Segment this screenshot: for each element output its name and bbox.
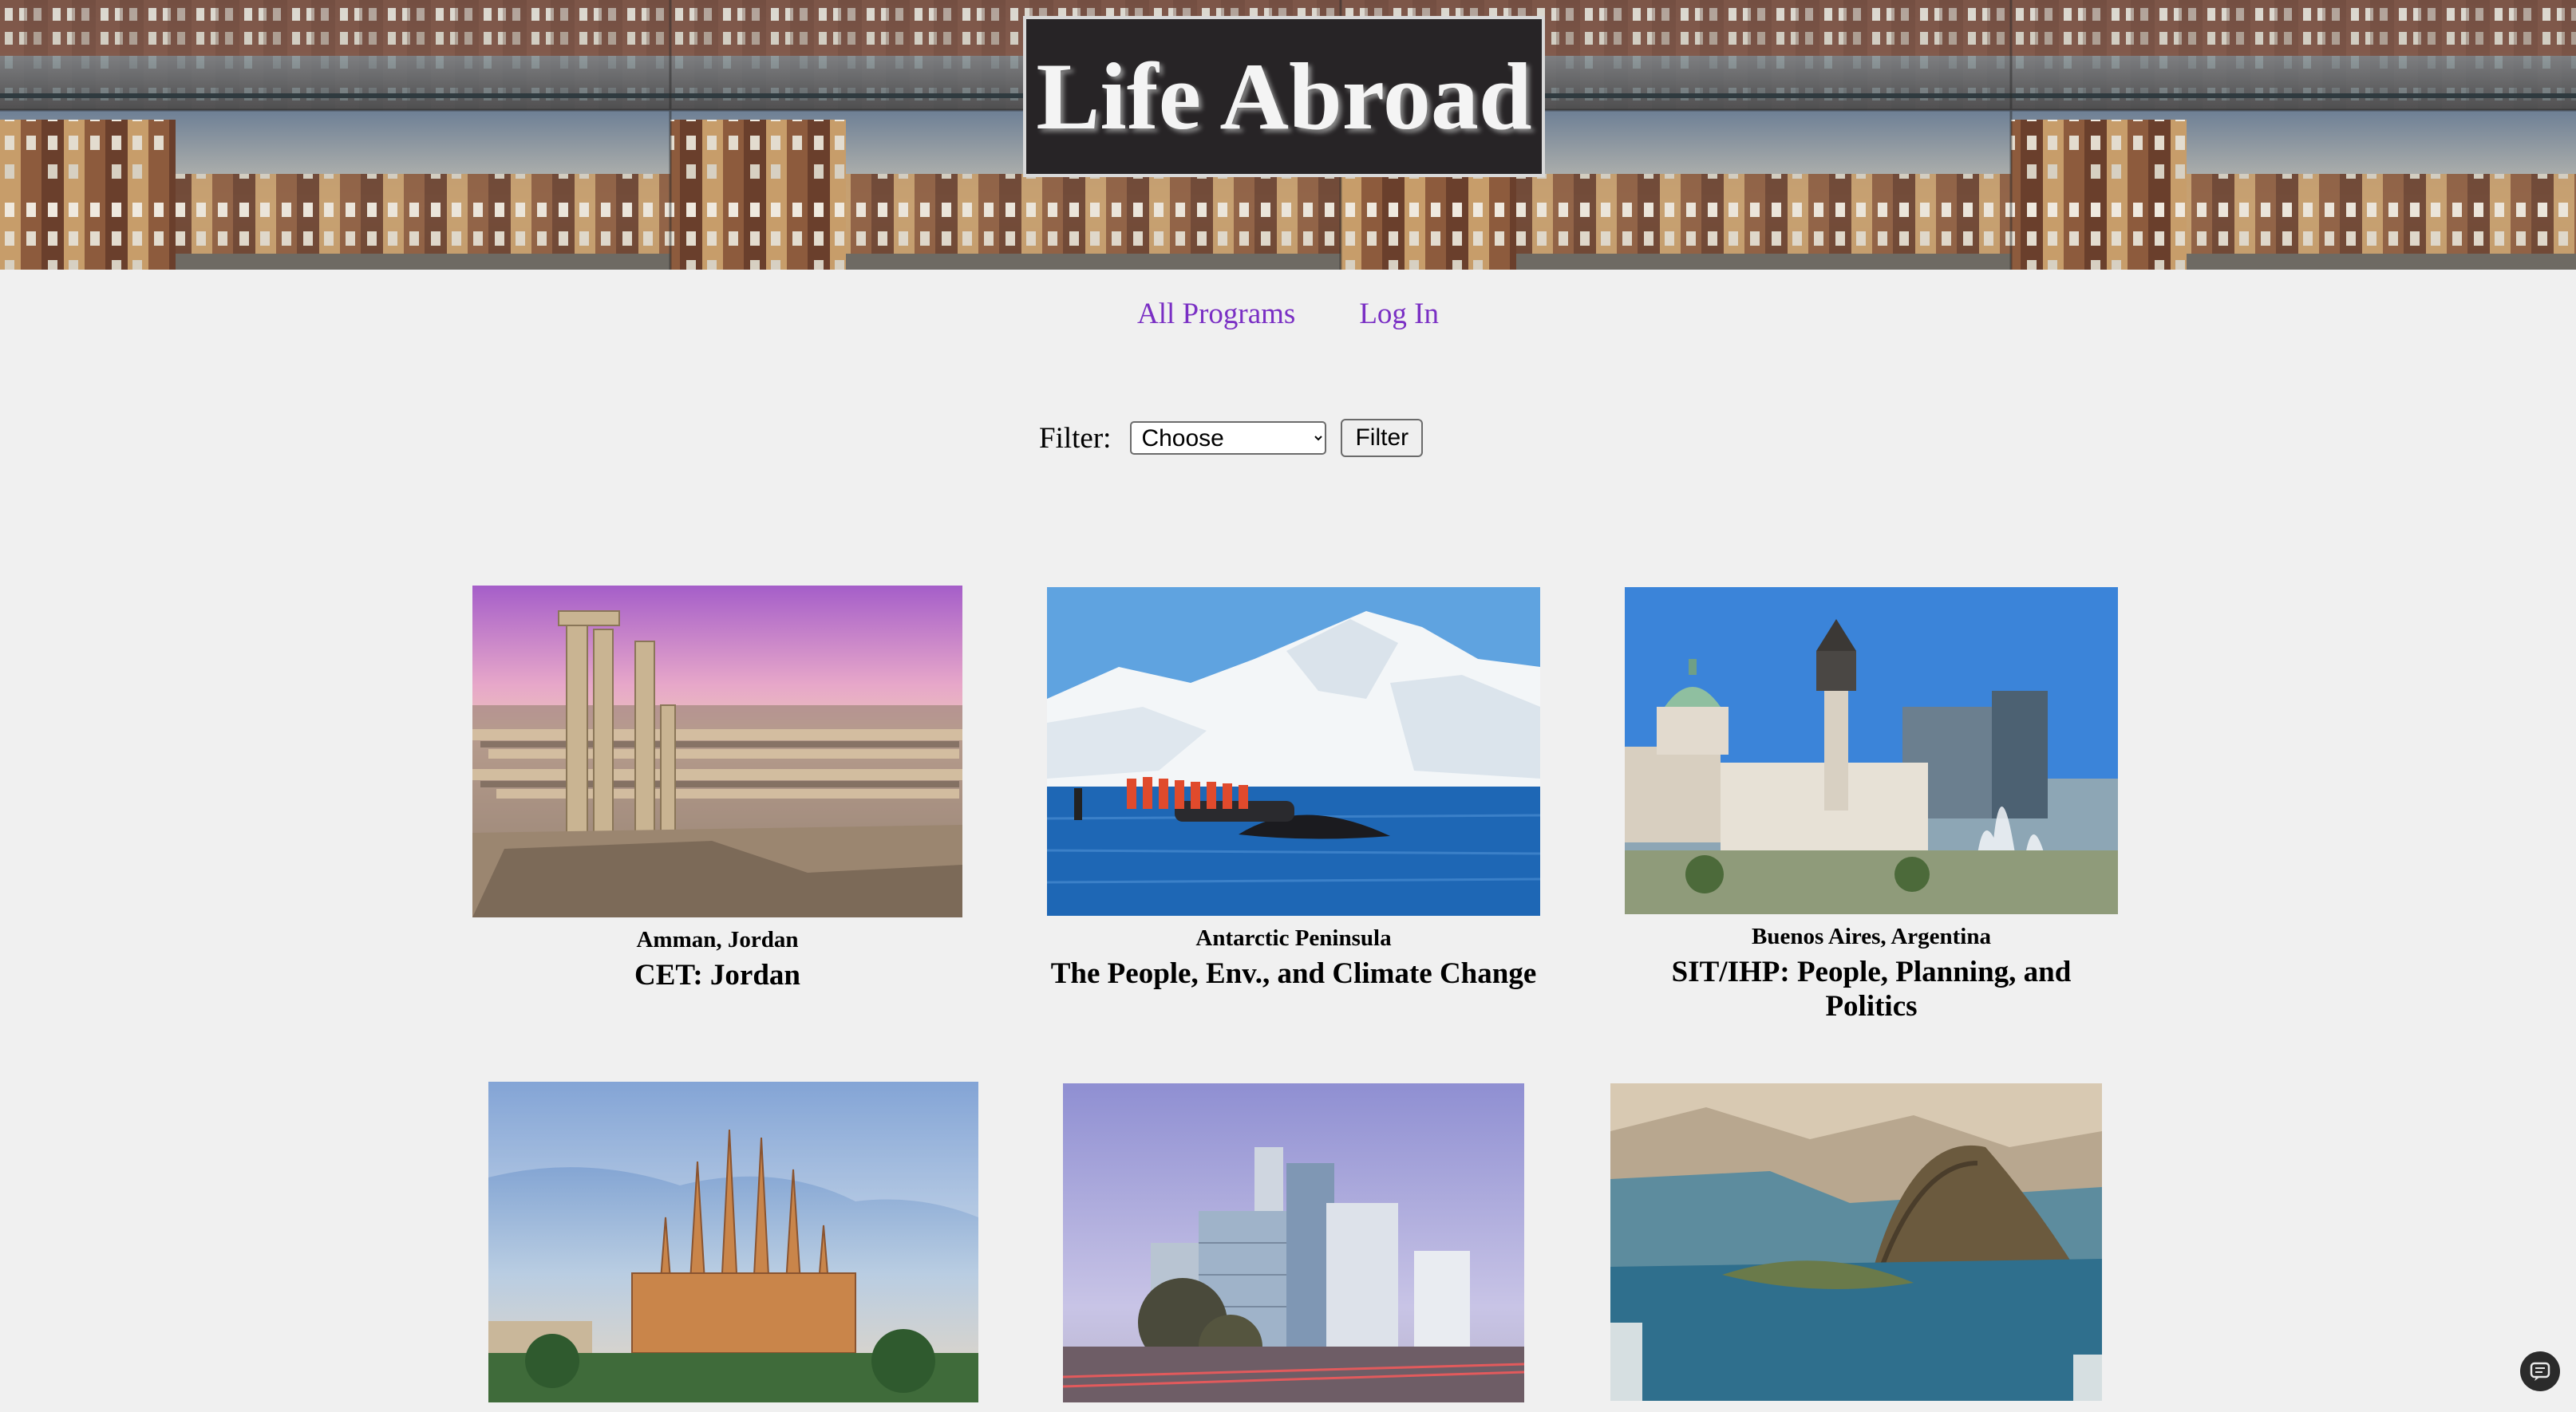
program-card[interactable] xyxy=(488,1082,978,1412)
program-image[interactable] xyxy=(472,586,962,917)
program-location: Antarctic Peninsula xyxy=(1195,925,1392,951)
nav-link-log-in[interactable]: Log In xyxy=(1359,297,1439,331)
nav-link-all-programs[interactable]: All Programs xyxy=(1137,297,1295,331)
antarctica-image xyxy=(1047,587,1540,916)
filter-select[interactable]: Choose xyxy=(1130,421,1327,455)
amman-temple-image xyxy=(472,586,962,917)
feedback-button[interactable] xyxy=(2520,1351,2560,1391)
program-image[interactable] xyxy=(1063,1083,1524,1402)
site-title: Life Abroad xyxy=(1036,43,1532,149)
program-name[interactable]: The People, Env., and Climate Change xyxy=(1047,956,1540,991)
modern-city-image xyxy=(1063,1083,1524,1402)
program-image[interactable] xyxy=(1610,1083,2102,1401)
program-card[interactable]: Antarctic Peninsula The People, Env., an… xyxy=(1047,587,1540,991)
program-image[interactable] xyxy=(1625,587,2118,914)
program-card[interactable]: Buenos Aires, Argentina SIT/IHP: People,… xyxy=(1625,587,2118,1024)
program-card[interactable] xyxy=(1610,1083,2102,1410)
program-image[interactable] xyxy=(1047,587,1540,916)
chat-icon xyxy=(2530,1362,2550,1381)
main-nav: All Programs Log In xyxy=(0,297,2576,331)
program-name[interactable]: SIT/IHP: People, Planning, and Politics xyxy=(1625,955,2118,1024)
program-location: Amman, Jordan xyxy=(636,927,799,953)
filter-button[interactable]: Filter xyxy=(1341,419,1424,457)
buenos-aires-image xyxy=(1625,587,2118,914)
filter-label: Filter: xyxy=(1039,421,1112,455)
program-card[interactable] xyxy=(1063,1083,1524,1412)
program-name[interactable]: CET: Jordan xyxy=(472,958,962,992)
header-banner: Life Abroad xyxy=(0,0,2576,270)
barcelona-image xyxy=(488,1082,978,1402)
filter-form: Filter: Choose Filter xyxy=(1039,418,1424,458)
program-card[interactable]: Amman, Jordan CET: Jordan xyxy=(472,586,962,992)
program-location: Buenos Aires, Argentina xyxy=(1752,924,1991,949)
program-image[interactable] xyxy=(488,1082,978,1402)
rio-image xyxy=(1610,1083,2102,1401)
site-title-box: Life Abroad xyxy=(1023,16,1545,177)
